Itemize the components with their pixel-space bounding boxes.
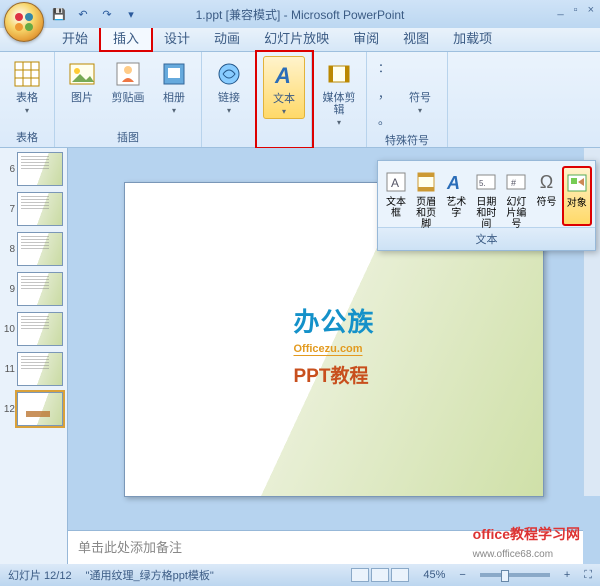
slide-thumb[interactable]: 12: [0, 392, 67, 426]
tab-home[interactable]: 开始: [50, 25, 100, 51]
sorter-view-button[interactable]: [371, 568, 389, 582]
zoom-level[interactable]: 45%: [423, 569, 445, 581]
slide-thumb[interactable]: 9: [0, 272, 67, 306]
group-label-illus: 插图: [117, 127, 139, 147]
picture-button[interactable]: 图片: [61, 56, 103, 106]
theme-name: "通用纹理_绿方格ppt模板": [86, 567, 214, 583]
undo-button[interactable]: ↶: [74, 5, 92, 23]
tab-animation[interactable]: 动画: [202, 25, 252, 51]
fit-button[interactable]: ⛶: [584, 569, 592, 582]
object-button[interactable]: 对象: [563, 167, 591, 225]
slideshow-view-button[interactable]: [391, 568, 409, 582]
media-button[interactable]: 媒体剪辑▾: [318, 56, 360, 129]
punct-button[interactable]: ：: [373, 56, 395, 78]
group-text: A 文本▾: [257, 52, 312, 147]
group-links: 链接▾: [202, 52, 257, 147]
group-label-tables: 表格: [16, 127, 38, 147]
tab-insert[interactable]: 插入: [100, 24, 152, 51]
tab-design[interactable]: 设计: [152, 25, 202, 51]
quick-access-toolbar: 💾 ↶ ↷ ▾: [50, 5, 140, 23]
wordart-icon: A: [443, 169, 469, 195]
comma-button[interactable]: ，: [373, 82, 395, 104]
group-illustrations: 图片 剪贴画 相册▾ 插图: [55, 52, 202, 147]
slide-thumb[interactable]: 11: [0, 352, 67, 386]
textbox-icon: A: [383, 169, 409, 195]
normal-view-button[interactable]: [351, 568, 369, 582]
thumbnail-pane[interactable]: 6 7 8 9 10 11 12: [0, 148, 68, 564]
svg-text:A: A: [274, 63, 291, 88]
links-button[interactable]: 链接▾: [208, 56, 250, 117]
table-icon: [11, 58, 43, 90]
period-button[interactable]: 。: [373, 108, 395, 130]
close-button[interactable]: ×: [588, 4, 594, 16]
slide-thumb[interactable]: 7: [0, 192, 67, 226]
group-tables: 表格▾ 表格: [0, 52, 55, 147]
wordart-button[interactable]: A 艺术字: [442, 167, 470, 225]
symbol-button[interactable]: 符号▾: [399, 56, 441, 117]
group-label-media: [337, 131, 340, 147]
window-title: 1.ppt [兼容模式] - Microsoft PowerPoint: [196, 6, 405, 23]
tab-review[interactable]: 审阅: [341, 25, 391, 51]
course-text: PPT教程: [293, 361, 374, 388]
zoom-in-button[interactable]: +: [564, 569, 570, 581]
slidenum-button[interactable]: # 幻灯片编号: [502, 167, 530, 225]
table-button[interactable]: 表格▾: [6, 56, 48, 117]
picture-icon: [66, 58, 98, 90]
clipart-icon: [112, 58, 144, 90]
object-icon: [564, 170, 590, 196]
titlebar: 💾 ↶ ↷ ▾ 1.ppt [兼容模式] - Microsoft PowerPo…: [0, 0, 600, 28]
svg-text:#: #: [511, 178, 516, 188]
group-label-text: [282, 131, 285, 147]
text-button[interactable]: A 文本▾: [263, 56, 305, 119]
slide-thumb[interactable]: 6: [0, 152, 67, 186]
office-button[interactable]: [4, 2, 44, 42]
datetime-button[interactable]: 5. 日期和时间: [472, 167, 500, 225]
header-footer-button[interactable]: 页眉和页脚: [412, 167, 440, 225]
view-buttons: [351, 568, 409, 582]
ribbon: 表格▾ 表格 图片 剪贴画 相册▾ 插图 链接▾: [0, 52, 600, 148]
symbol-icon: [404, 58, 436, 90]
group-label-symbols: 特殊符号: [385, 130, 429, 150]
text-icon: A: [268, 59, 300, 91]
text-dropdown-panel: A 文本框 页眉和页脚 A 艺术字 5. 日期和时间 # 幻灯片编号 Ω 符号 …: [377, 160, 596, 251]
tab-view[interactable]: 视图: [391, 25, 441, 51]
group-label-links: [227, 131, 230, 147]
slidenum-icon: #: [503, 169, 529, 195]
album-button[interactable]: 相册▾: [153, 56, 195, 117]
brand-url: Officezu.com: [293, 343, 362, 356]
clipart-button[interactable]: 剪贴画: [107, 56, 149, 106]
link-icon: [213, 58, 245, 90]
svg-text:5.: 5.: [479, 179, 486, 188]
brand-text: 办公族: [293, 302, 374, 339]
slide-thumb[interactable]: 8: [0, 232, 67, 266]
watermark: office教程学习网 www.office68.com: [469, 524, 580, 560]
svg-text:A: A: [446, 173, 460, 193]
qat-more-button[interactable]: ▾: [122, 5, 140, 23]
slide-content: 办公族 Officezu.com PPT教程: [293, 302, 374, 388]
dropdown-symbol-button[interactable]: Ω 符号: [532, 167, 560, 225]
group-symbols: ： ， 。 符号▾ 特殊符号: [367, 52, 448, 147]
zoom-out-button[interactable]: −: [459, 569, 465, 581]
header-icon: [413, 169, 439, 195]
minimize-button[interactable]: _: [558, 4, 564, 16]
statusbar: 幻灯片 12/12 "通用纹理_绿方格ppt模板" 45% − + ⛶: [0, 564, 600, 586]
slide-thumb[interactable]: 10: [0, 312, 67, 346]
dropdown-group-label: 文本: [378, 227, 595, 250]
restore-button[interactable]: ▫: [574, 4, 578, 16]
tab-addin[interactable]: 加载项: [441, 25, 504, 51]
redo-button[interactable]: ↷: [98, 5, 116, 23]
datetime-icon: 5.: [473, 169, 499, 195]
slide-indicator: 幻灯片 12/12: [8, 567, 72, 583]
album-icon: [158, 58, 190, 90]
media-icon: [323, 58, 355, 90]
omega-icon: Ω: [534, 169, 560, 195]
group-media: 媒体剪辑▾: [312, 52, 367, 147]
tab-slideshow[interactable]: 幻灯片放映: [252, 25, 341, 51]
save-button[interactable]: 💾: [50, 5, 68, 23]
textbox-button[interactable]: A 文本框: [382, 167, 410, 225]
zoom-slider[interactable]: [480, 573, 550, 577]
ribbon-tabbar: 开始 插入 设计 动画 幻灯片放映 审阅 视图 加载项: [0, 28, 600, 52]
svg-text:A: A: [391, 176, 399, 190]
